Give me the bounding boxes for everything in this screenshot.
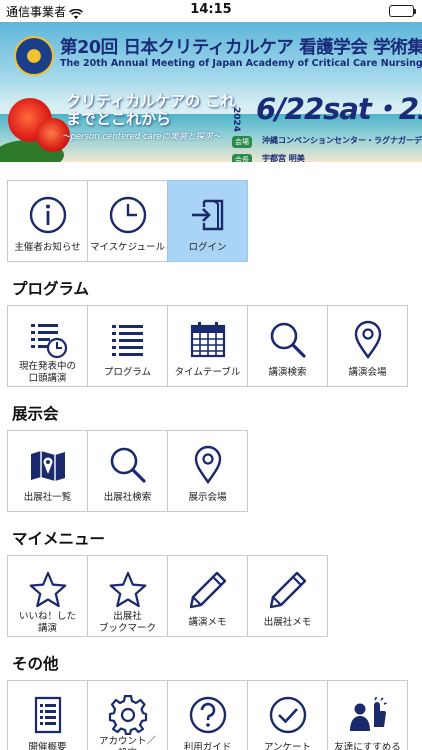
chair-badge: 会長 [232, 154, 252, 162]
event-banner[interactable]: 第20回 日本クリティカルケア 看護学会 学術集会 The 20th Annua… [0, 22, 422, 162]
search-icon [248, 320, 327, 360]
login-icon [168, 195, 247, 235]
section-title-other: その他 [12, 655, 59, 673]
star-icon [88, 570, 167, 610]
tile-label: アカウント／ 設定 [98, 736, 156, 750]
document-icon [8, 695, 87, 735]
battery-icon [389, 5, 416, 17]
banner-venue: 沖縄コンベンションセンター・ラグナガーデンホテル [262, 136, 422, 145]
program-button[interactable]: プログラム [87, 305, 168, 387]
help-icon [168, 695, 247, 735]
other-menu-grid: 開催概要 アカウント／ 設定 利用ガイド アンケート 友達にすすめる [7, 680, 408, 750]
check-icon [248, 695, 327, 735]
tile-label: 出展社メモ [263, 617, 312, 628]
info-icon [8, 195, 87, 235]
venue-badge: 会場 [232, 136, 252, 148]
map-icon [8, 445, 87, 485]
mymenu-grid: いいね！した 講演 出展社 ブックマーク 講演メモ 出展社メモ [7, 555, 328, 637]
recommend-icon [328, 695, 407, 735]
tile-label: 講演会場 [348, 367, 387, 378]
tile-label: タイムテーブル [174, 367, 241, 378]
banner-subtitle: The 20th Annual Meeting of Japan Academy… [60, 58, 422, 69]
tile-label: いいね！した 講演 [18, 611, 76, 634]
tile-label: マイスケジュール [89, 242, 166, 253]
liked-talks-button[interactable]: いいね！した 講演 [7, 555, 88, 637]
section-title-program: プログラム [12, 280, 90, 298]
exhibitor-list-button[interactable]: 出展社一覧 [7, 430, 88, 512]
calendar-icon [168, 320, 247, 360]
section-title-exhibit: 展示会 [12, 405, 59, 423]
gear-icon [88, 695, 167, 735]
exhibit-menu-grid: 出展社一覧 出展社検索 展示会場 [7, 430, 248, 512]
tile-label: 利用ガイド [183, 742, 232, 750]
status-bar: 通信事業者 14:15 [0, 0, 422, 22]
section-title-mymenu: マイメニュー [12, 530, 106, 548]
recommend-button[interactable]: 友達にすすめる [327, 680, 408, 750]
tile-label: ログイン [188, 242, 227, 253]
pencil-icon [168, 570, 247, 610]
banner-chair: 宇都宮 明美 [262, 154, 305, 162]
tile-label: プログラム [103, 367, 152, 378]
account-settings-button[interactable]: アカウント／ 設定 [87, 680, 168, 750]
tile-label: 講演メモ [188, 617, 227, 628]
talk-venue-button[interactable]: 講演会場 [327, 305, 408, 387]
banner-dates: 6/22sat・23sun [256, 92, 422, 126]
tile-label: アンケート [263, 742, 312, 750]
list-clock-icon [8, 320, 87, 360]
my-schedule-button[interactable]: マイスケジュール [87, 180, 168, 262]
map-pin-icon [328, 320, 407, 360]
tile-label: 友達にすすめる [334, 742, 401, 750]
search-icon [88, 445, 167, 485]
tile-label: 開催概要 [28, 742, 67, 750]
banner-year: 2024 [231, 107, 241, 133]
overview-button[interactable]: 開催概要 [7, 680, 88, 750]
talk-memo-button[interactable]: 講演メモ [167, 555, 248, 637]
tile-label: 出展社検索 [103, 492, 152, 503]
tile-label: 講演検索 [268, 367, 307, 378]
top-menu-grid: 主催者お知らせ マイスケジュール ログイン [7, 180, 248, 262]
notices-button[interactable]: 主催者お知らせ [7, 180, 88, 262]
tile-label: 主催者お知らせ [14, 242, 81, 253]
list-icon [88, 320, 167, 360]
timetable-button[interactable]: タイムテーブル [167, 305, 248, 387]
exhibit-venue-button[interactable]: 展示会場 [167, 430, 248, 512]
clock-icon [88, 195, 167, 235]
login-button[interactable]: ログイン [167, 180, 248, 262]
tile-label: 現在発表中の 口頭講演 [18, 361, 76, 384]
tile-label: 出展社 ブックマーク [98, 611, 156, 634]
map-pin-icon [168, 445, 247, 485]
tile-label: 展示会場 [188, 492, 227, 503]
current-talks-button[interactable]: 現在発表中の 口頭講演 [7, 305, 88, 387]
user-guide-button[interactable]: 利用ガイド [167, 680, 248, 750]
pencil-icon [248, 570, 327, 610]
academy-logo [14, 36, 54, 76]
exhibitor-bookmark-button[interactable]: 出展社 ブックマーク [87, 555, 168, 637]
exhibitor-memo-button[interactable]: 出展社メモ [247, 555, 328, 637]
survey-button[interactable]: アンケート [247, 680, 328, 750]
banner-theme: ～person centered careの実装と探求～ [62, 132, 222, 142]
program-menu-grid: 現在発表中の 口頭講演 プログラム タイムテーブル 講演検索 講演会場 [7, 305, 408, 387]
tile-label: 出展社一覧 [23, 492, 72, 503]
star-icon [8, 570, 87, 610]
banner-title: 第20回 日本クリティカルケア 看護学会 学術集会 [60, 38, 422, 58]
clock-time: 14:15 [190, 2, 232, 17]
talk-search-button[interactable]: 講演検索 [247, 305, 328, 387]
exhibitor-search-button[interactable]: 出展社検索 [87, 430, 168, 512]
banner-tagline: クリティカルケアの これまでとこれから [66, 92, 236, 128]
